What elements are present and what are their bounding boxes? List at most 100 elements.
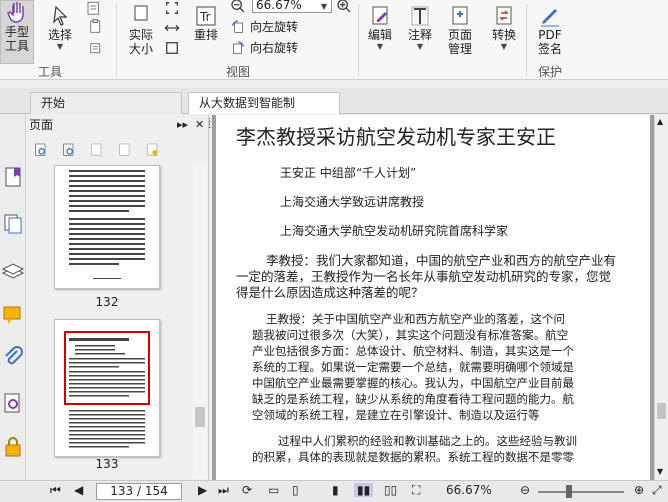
zoom-slider[interactable] — [538, 491, 624, 493]
page-number-text: 133 / 154 — [110, 484, 168, 498]
page-title: 李杰教授采访航空发动机专家王安正 — [236, 125, 556, 149]
panel-scroll-thumb[interactable] — [195, 407, 205, 427]
document-scrollbar[interactable]: ▲ ▼ — [654, 115, 668, 480]
page-manage-button[interactable]: 页面 管理 — [442, 4, 478, 56]
status-zoom-text: 66.67% — [446, 483, 492, 497]
pen-sign-icon — [541, 9, 559, 27]
separator — [358, 4, 359, 76]
meta-line: 上海交通大学航空发动机研究院首席科学家 — [280, 224, 509, 238]
annotate-button[interactable]: 注释 ▼ — [404, 4, 436, 51]
single-page-icon[interactable]: ▯ — [292, 483, 299, 497]
fullscreen-icon[interactable]: ⛶ — [412, 483, 420, 498]
convert-label: 转换 — [491, 28, 516, 42]
continuous-page-icon[interactable]: ▮ — [332, 483, 339, 497]
answer-line: 产业包括很多方面：总体设计、航空材料、制造，其实这是一个 — [252, 344, 574, 358]
zoom-out-icon — [231, 0, 245, 13]
group-label-tools: 工具 — [38, 65, 63, 79]
hand-tool-button[interactable]: 手型 工具 — [0, 0, 34, 64]
document-view: 李杰教授采访航空发动机专家王安正 王安正 中组部“千人计划” 上海交通大学致远讲… — [212, 115, 668, 480]
zoom-slider-handle[interactable] — [566, 485, 572, 498]
pdf-sign-button[interactable]: PDF 签名 — [532, 4, 568, 56]
panel-header: 页面 ▸▸ ✕ — [27, 115, 208, 135]
facing-page-icon[interactable]: ▮▮ — [354, 483, 374, 497]
status-bar: ⏮ ◀ 133 / 154 ▶ ⏭ ⟳ ▭ ▯ ▮ ▮▮ ▯▯ ⛶ 66.67%… — [0, 480, 668, 502]
split-view-icon[interactable]: ▭ — [268, 483, 279, 497]
scroll-down-icon[interactable]: ▼ — [657, 467, 663, 476]
edit-button[interactable]: 编辑 ▼ — [364, 4, 396, 51]
delete-page-icon[interactable] — [145, 142, 161, 158]
status-zoom-in-icon[interactable]: ⊕ — [634, 483, 644, 497]
convert-icon — [496, 6, 512, 25]
reflow-button[interactable]: Tr 重排 — [190, 4, 222, 42]
tab-start[interactable]: 开始 — [30, 92, 182, 114]
convert-dropdown-icon: ▼ — [500, 42, 508, 51]
zoom-in-icon — [337, 0, 351, 13]
lock-icon[interactable] — [1, 435, 25, 459]
comments-icon[interactable] — [1, 303, 25, 327]
scroll-up-icon[interactable]: ▲ — [657, 117, 663, 126]
facing-continuous-icon[interactable]: ▯▯ — [384, 483, 397, 497]
zoom-select-value: 66.67% — [256, 0, 302, 12]
rotate-left-button[interactable]: 向左旋转 — [230, 18, 298, 35]
status-zoom-out-icon[interactable]: ⊖ — [520, 483, 530, 497]
reflow-label: 重排 — [193, 28, 218, 42]
fit-page-icon — [166, 2, 178, 14]
zoom-in-small-button[interactable] — [336, 0, 352, 14]
actual-size-label-2: 大小 — [128, 42, 153, 56]
zoom-select[interactable]: 66.67% ▼ — [252, 0, 332, 13]
tab-document[interactable]: 从大数据到智能制造.pdf — [188, 92, 340, 130]
fit-width-button[interactable] — [160, 20, 184, 36]
paragraph-line: 的积累，具体的表现就是数据的累积。系统工程的数据不是零零 — [252, 450, 574, 464]
page-thumbnail-number: 132 — [95, 295, 119, 309]
select-dropdown-icon: ▼ — [56, 42, 64, 51]
zoom-thumbnail-in-icon[interactable] — [61, 142, 77, 158]
rotate-left-label: 向左旋转 — [250, 20, 299, 34]
document-scroll-thumb[interactable] — [657, 403, 666, 419]
previous-page-icon[interactable]: ◀ — [74, 483, 83, 497]
insert-page-icon[interactable] — [89, 142, 105, 158]
pages-icon[interactable] — [1, 211, 25, 235]
panel-collapse-icon[interactable]: ▸▸ — [177, 115, 188, 135]
answer-line: 王教授：关于中国航空产业和西方航空产业的落差，这个问 — [266, 312, 565, 326]
fit-visible-icon — [166, 42, 178, 54]
rotate-left-icon — [232, 19, 243, 33]
rotate-right-button[interactable]: 向右旋转 — [230, 39, 298, 56]
extract-page-icon[interactable] — [117, 142, 133, 158]
edit-icon — [372, 6, 388, 25]
attachment-icon[interactable] — [1, 345, 25, 369]
answer-line: 空领域的系统工程，是建立在引擎设计、制造以及运行等 — [252, 408, 540, 422]
pdf-reader-window: 手型 工具 选择 ▼ 实际 大小 Tr 重排 66.67% ▼ 向左旋转 向右旋… — [0, 0, 668, 502]
actual-size-button[interactable]: 实际 大小 — [124, 4, 158, 56]
select-button[interactable]: 选择 ▼ — [44, 4, 76, 51]
bookmark-icon[interactable] — [1, 165, 25, 189]
meta-line: 王安正 中组部“千人计划” — [280, 166, 417, 180]
panel-toolbar — [27, 137, 209, 163]
zoom-thumbnail-out-icon[interactable] — [33, 142, 49, 158]
signature-panel-icon[interactable] — [1, 391, 25, 415]
clipboard-button[interactable] — [84, 18, 108, 36]
layers-icon[interactable] — [1, 259, 25, 283]
answer-line: 题我被问过很多次（大笑），其实这个问题没有标准答案。航空 — [252, 328, 569, 342]
note-button[interactable] — [84, 40, 108, 58]
convert-button[interactable]: 转换 ▼ — [488, 4, 520, 51]
tab-start-label: 开始 — [41, 96, 66, 110]
page-thumbnail[interactable] — [54, 319, 160, 457]
page-thumbnail[interactable] — [54, 165, 160, 289]
fit-page-button[interactable] — [160, 0, 184, 16]
status-expand-icon[interactable]: ⤢ — [652, 483, 662, 498]
zoom-out-small-button[interactable] — [230, 0, 246, 14]
next-page-icon[interactable]: ▶ — [198, 483, 207, 497]
page-number-field[interactable]: 133 / 154 — [96, 483, 182, 500]
answer-line: 系统的工程。如果说一定需要一个总结，就需要明确哪个领域是 — [252, 360, 574, 374]
page-manage-label-1: 页面 — [447, 28, 472, 42]
hand-tool-label-1: 手型 — [4, 25, 29, 39]
rotate-view-icon[interactable]: ⟳ — [242, 483, 252, 497]
panel-scrollbar[interactable] — [193, 165, 207, 479]
snapshot-button[interactable] — [82, 0, 106, 18]
last-page-icon[interactable]: ⏭ — [218, 483, 229, 498]
answer-line: 缺乏的是系统工程，缺少从系统的角度看待工程问题的能力。航 — [252, 392, 574, 406]
panel-close-icon[interactable]: ✕ — [195, 115, 204, 135]
question-line: 得是什么原因造成这种落差的呢？ — [236, 285, 424, 300]
fit-visible-button[interactable] — [160, 40, 184, 56]
first-page-icon[interactable]: ⏮ — [50, 483, 61, 498]
